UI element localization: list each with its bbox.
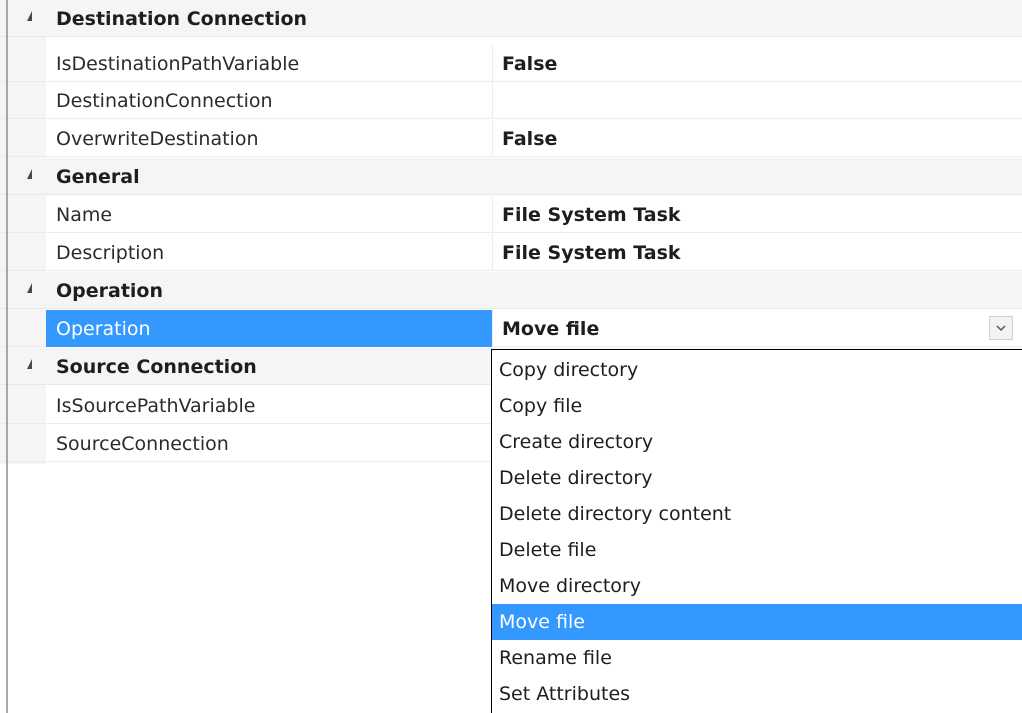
property-row-operation[interactable]: Operation Move file <box>0 310 1022 347</box>
property-value[interactable]: File System Task <box>502 242 681 264</box>
category-operation[interactable]: Operation <box>0 272 1022 309</box>
property-name: IsDestinationPathVariable <box>56 53 300 75</box>
dropdown-option[interactable]: Delete directory content <box>492 496 1022 532</box>
category-label: General <box>56 166 140 188</box>
property-name: SourceConnection <box>56 433 229 455</box>
property-name: IsSourcePathVariable <box>56 395 256 417</box>
category-label: Source Connection <box>56 356 257 378</box>
property-name: DestinationConnection <box>56 90 273 112</box>
collapse-triangle-icon[interactable] <box>27 169 32 179</box>
property-name: Description <box>56 242 165 264</box>
property-row-description[interactable]: Description File System Task <box>0 234 1022 271</box>
dropdown-option[interactable]: Set Attributes <box>492 676 1022 712</box>
chevron-down-icon <box>996 325 1006 332</box>
dropdown-button[interactable] <box>989 316 1013 340</box>
category-label: Operation <box>56 280 164 302</box>
dropdown-option[interactable]: Create directory <box>492 424 1022 460</box>
collapse-triangle-icon[interactable] <box>27 359 32 369</box>
category-label: Destination Connection <box>56 8 308 30</box>
property-value[interactable]: False <box>502 53 557 75</box>
property-name: Name <box>56 204 113 226</box>
property-row-isdestinationpathvariable[interactable]: IsDestinationPathVariable False <box>0 45 1022 82</box>
category-general[interactable]: General <box>0 158 1022 195</box>
collapse-triangle-icon[interactable] <box>27 11 32 21</box>
dropdown-option[interactable]: Copy directory <box>492 352 1022 388</box>
dropdown-option[interactable]: Rename file <box>492 640 1022 676</box>
dropdown-option[interactable]: Move directory <box>492 568 1022 604</box>
dropdown-option[interactable]: Delete file <box>492 532 1022 568</box>
property-value[interactable]: False <box>502 128 557 150</box>
dropdown-option[interactable]: Copy file <box>492 388 1022 424</box>
dropdown-option[interactable]: Delete directory <box>492 460 1022 496</box>
property-row-destinationconnection[interactable]: DestinationConnection <box>0 82 1022 119</box>
dropdown-option-selected[interactable]: Move file <box>492 604 1022 640</box>
selected-property-name-cell[interactable]: Operation <box>46 310 492 347</box>
left-border <box>6 0 8 713</box>
operation-dropdown-list[interactable]: Copy directory Copy file Create director… <box>491 349 1022 713</box>
property-value[interactable]: Move file <box>502 318 599 340</box>
property-name: Operation <box>56 318 151 340</box>
property-grid: Destination Connection IsDestinationPath… <box>0 0 1022 713</box>
property-value[interactable]: File System Task <box>502 204 681 226</box>
property-name: OverwriteDestination <box>56 128 259 150</box>
collapse-triangle-icon[interactable] <box>27 283 32 293</box>
property-row-name[interactable]: Name File System Task <box>0 196 1022 233</box>
property-row-overwritedestination[interactable]: OverwriteDestination False <box>0 120 1022 157</box>
category-destination-connection[interactable]: Destination Connection <box>0 0 1022 37</box>
